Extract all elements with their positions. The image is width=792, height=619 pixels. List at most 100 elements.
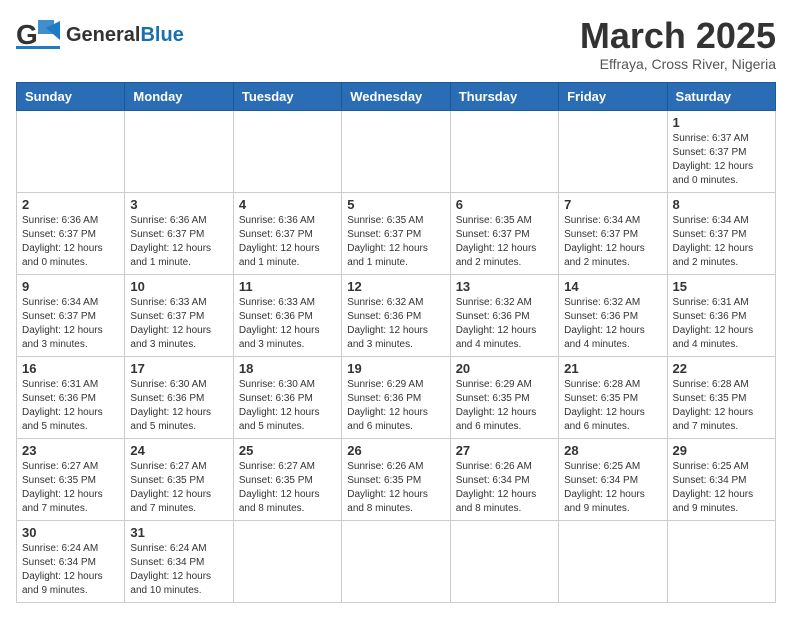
weekday-header-row: SundayMondayTuesdayWednesdayThursdayFrid…	[17, 82, 776, 110]
calendar-cell: 13 Sunrise: 6:32 AM Sunset: 6:36 PM Dayli…	[450, 274, 558, 356]
day-number: 9	[22, 279, 119, 294]
calendar-cell: 26 Sunrise: 6:26 AM Sunset: 6:35 PM Dayli…	[342, 438, 450, 520]
calendar-cell	[667, 520, 775, 602]
day-info: Sunrise: 6:28 AM Sunset: 6:35 PM Dayligh…	[564, 378, 661, 434]
calendar-cell: 15Sunrise: 6:31 AM Sunset: 6:36 PM Dayli…	[667, 274, 775, 356]
weekday-header-wednesday: Wednesday	[342, 82, 450, 110]
day-number: 28	[564, 443, 661, 458]
calendar-cell: 30 Sunrise: 6:24 AM Sunset: 6:34 PM Dayli…	[17, 520, 125, 602]
calendar-table: SundayMondayTuesdayWednesdayThursdayFrid…	[16, 82, 776, 603]
day-info: Sunrise: 6:26 AM Sunset: 6:35 PM Dayligh…	[347, 460, 444, 516]
day-info: Sunrise: 6:24 AM Sunset: 6:34 PM Dayligh…	[130, 542, 227, 598]
day-info: Sunrise: 6:27 AM Sunset: 6:35 PM Dayligh…	[22, 460, 119, 516]
day-number: 7	[564, 197, 661, 212]
day-number: 18	[239, 361, 336, 376]
calendar-cell: 18 Sunrise: 6:30 AM Sunset: 6:36 PM Dayli…	[233, 356, 341, 438]
weekday-header-sunday: Sunday	[17, 82, 125, 110]
calendar-cell	[559, 520, 667, 602]
day-info: Sunrise: 6:30 AM Sunset: 6:36 PM Dayligh…	[130, 378, 227, 434]
day-info: Sunrise: 6:31 AM Sunset: 6:36 PM Dayligh…	[22, 378, 119, 434]
logo-general: General	[66, 24, 140, 46]
svg-text:G: G	[16, 19, 38, 50]
day-number: 10	[130, 279, 227, 294]
calendar-cell: 29Sunrise: 6:25 AM Sunset: 6:34 PM Dayli…	[667, 438, 775, 520]
calendar-cell: 6 Sunrise: 6:35 AM Sunset: 6:37 PM Daylig…	[450, 192, 558, 274]
day-number: 6	[456, 197, 553, 212]
day-number: 3	[130, 197, 227, 212]
calendar-cell: 9 Sunrise: 6:34 AM Sunset: 6:37 PM Daylig…	[17, 274, 125, 356]
day-number: 27	[456, 443, 553, 458]
calendar-week-5: 23Sunrise: 6:27 AM Sunset: 6:35 PM Dayli…	[17, 438, 776, 520]
calendar-week-6: 30 Sunrise: 6:24 AM Sunset: 6:34 PM Dayli…	[17, 520, 776, 602]
calendar-cell: 1Sunrise: 6:37 AM Sunset: 6:37 PM Daylig…	[667, 110, 775, 192]
weekday-header-friday: Friday	[559, 82, 667, 110]
calendar-cell: 24 Sunrise: 6:27 AM Sunset: 6:35 PM Dayli…	[125, 438, 233, 520]
day-info: Sunrise: 6:29 AM Sunset: 6:36 PM Dayligh…	[347, 378, 444, 434]
calendar-cell: 7 Sunrise: 6:34 AM Sunset: 6:37 PM Daylig…	[559, 192, 667, 274]
day-info: Sunrise: 6:26 AM Sunset: 6:34 PM Dayligh…	[456, 460, 553, 516]
day-info: Sunrise: 6:36 AM Sunset: 6:37 PM Dayligh…	[239, 214, 336, 270]
day-number: 25	[239, 443, 336, 458]
logo: G GeneralBlue	[16, 16, 184, 54]
day-number: 15	[673, 279, 770, 294]
day-info: Sunrise: 6:30 AM Sunset: 6:36 PM Dayligh…	[239, 378, 336, 434]
calendar-cell: 31Sunrise: 6:24 AM Sunset: 6:34 PM Dayli…	[125, 520, 233, 602]
calendar-week-1: 1Sunrise: 6:37 AM Sunset: 6:37 PM Daylig…	[17, 110, 776, 192]
calendar-cell: 10 Sunrise: 6:33 AM Sunset: 6:37 PM Dayli…	[125, 274, 233, 356]
day-info: Sunrise: 6:24 AM Sunset: 6:34 PM Dayligh…	[22, 542, 119, 598]
day-info: Sunrise: 6:35 AM Sunset: 6:37 PM Dayligh…	[347, 214, 444, 270]
calendar-cell	[342, 110, 450, 192]
calendar-cell	[233, 520, 341, 602]
calendar-cell: 23Sunrise: 6:27 AM Sunset: 6:35 PM Dayli…	[17, 438, 125, 520]
calendar-cell: 16Sunrise: 6:31 AM Sunset: 6:36 PM Dayli…	[17, 356, 125, 438]
day-info: Sunrise: 6:34 AM Sunset: 6:37 PM Dayligh…	[564, 214, 661, 270]
calendar-cell: 28 Sunrise: 6:25 AM Sunset: 6:34 PM Dayli…	[559, 438, 667, 520]
header: G GeneralBlue March 2025 Effraya, Cross …	[16, 16, 776, 72]
day-number: 12	[347, 279, 444, 294]
calendar-cell	[125, 110, 233, 192]
calendar-cell: 14Sunrise: 6:32 AM Sunset: 6:36 PM Dayli…	[559, 274, 667, 356]
day-info: Sunrise: 6:29 AM Sunset: 6:35 PM Dayligh…	[456, 378, 553, 434]
day-number: 13	[456, 279, 553, 294]
day-info: Sunrise: 6:32 AM Sunset: 6:36 PM Dayligh…	[456, 296, 553, 352]
day-number: 5	[347, 197, 444, 212]
calendar-cell: 4 Sunrise: 6:36 AM Sunset: 6:37 PM Daylig…	[233, 192, 341, 274]
calendar-cell: 19 Sunrise: 6:29 AM Sunset: 6:36 PM Dayli…	[342, 356, 450, 438]
day-number: 20	[456, 361, 553, 376]
day-number: 19	[347, 361, 444, 376]
day-number: 11	[239, 279, 336, 294]
day-info: Sunrise: 6:28 AM Sunset: 6:35 PM Dayligh…	[673, 378, 770, 434]
day-number: 2	[22, 197, 119, 212]
day-info: Sunrise: 6:27 AM Sunset: 6:35 PM Dayligh…	[130, 460, 227, 516]
calendar-cell: 11 Sunrise: 6:33 AM Sunset: 6:36 PM Dayli…	[233, 274, 341, 356]
day-info: Sunrise: 6:34 AM Sunset: 6:37 PM Dayligh…	[22, 296, 119, 352]
day-info: Sunrise: 6:33 AM Sunset: 6:37 PM Dayligh…	[130, 296, 227, 352]
logo-blue: Blue	[140, 24, 183, 46]
calendar-cell: 20 Sunrise: 6:29 AM Sunset: 6:35 PM Dayli…	[450, 356, 558, 438]
calendar-cell: 5 Sunrise: 6:35 AM Sunset: 6:37 PM Daylig…	[342, 192, 450, 274]
day-number: 8	[673, 197, 770, 212]
calendar-cell: 2 Sunrise: 6:36 AM Sunset: 6:37 PM Daylig…	[17, 192, 125, 274]
day-info: Sunrise: 6:33 AM Sunset: 6:36 PM Dayligh…	[239, 296, 336, 352]
calendar-cell: 17 Sunrise: 6:30 AM Sunset: 6:36 PM Dayli…	[125, 356, 233, 438]
day-number: 4	[239, 197, 336, 212]
day-info: Sunrise: 6:34 AM Sunset: 6:37 PM Dayligh…	[673, 214, 770, 270]
day-info: Sunrise: 6:32 AM Sunset: 6:36 PM Dayligh…	[564, 296, 661, 352]
weekday-header-tuesday: Tuesday	[233, 82, 341, 110]
calendar-cell	[17, 110, 125, 192]
day-number: 17	[130, 361, 227, 376]
day-info: Sunrise: 6:36 AM Sunset: 6:37 PM Dayligh…	[22, 214, 119, 270]
day-number: 1	[673, 115, 770, 130]
day-number: 24	[130, 443, 227, 458]
calendar-cell	[450, 110, 558, 192]
calendar-cell: 25Sunrise: 6:27 AM Sunset: 6:35 PM Dayli…	[233, 438, 341, 520]
calendar-cell: 22Sunrise: 6:28 AM Sunset: 6:35 PM Dayli…	[667, 356, 775, 438]
weekday-header-saturday: Saturday	[667, 82, 775, 110]
calendar-week-3: 9 Sunrise: 6:34 AM Sunset: 6:37 PM Daylig…	[17, 274, 776, 356]
day-info: Sunrise: 6:32 AM Sunset: 6:36 PM Dayligh…	[347, 296, 444, 352]
day-number: 30	[22, 525, 119, 540]
day-info: Sunrise: 6:35 AM Sunset: 6:37 PM Dayligh…	[456, 214, 553, 270]
day-info: Sunrise: 6:25 AM Sunset: 6:34 PM Dayligh…	[564, 460, 661, 516]
calendar-cell	[342, 520, 450, 602]
day-number: 26	[347, 443, 444, 458]
